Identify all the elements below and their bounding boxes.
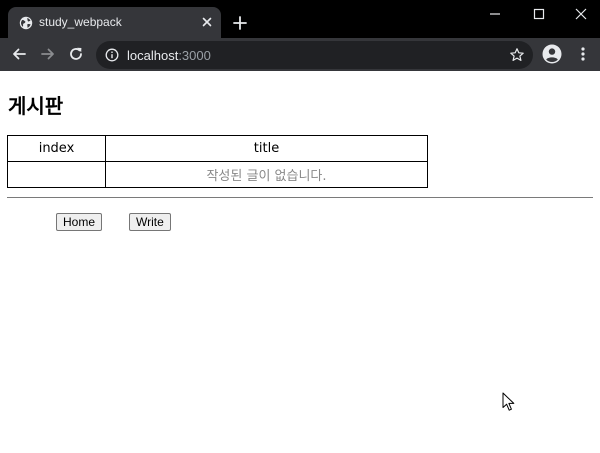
write-button[interactable]: Write [129,213,171,231]
globe-icon [19,16,33,30]
kebab-menu-icon[interactable] [575,46,591,62]
tab-title: study_webpack [39,15,122,29]
close-icon[interactable] [200,15,214,29]
star-icon[interactable] [509,47,525,63]
minimize-icon[interactable] [487,6,503,22]
mouse-cursor-icon [502,392,515,411]
url-host: localhost [127,48,179,63]
board-table: index title 작성된 글이 없습니다. [7,135,428,188]
arrow-right-icon[interactable] [40,46,56,62]
address-bar[interactable]: localhost:3000 [96,41,533,69]
table-cell-index [7,161,106,188]
arrow-left-icon[interactable] [11,46,27,62]
empty-message: 작성된 글이 없습니다. [105,161,428,188]
table-header-row: index title [7,135,428,162]
browser-toolbar: localhost:3000 [0,38,600,71]
url-port: :3000 [178,48,211,63]
page-title: 게시판 [8,94,64,118]
horizontal-rule [7,197,593,198]
reload-icon[interactable] [68,46,84,62]
title-bar: study_webpack [0,0,600,38]
home-button[interactable]: Home [56,213,103,231]
close-window-icon[interactable] [573,6,589,22]
browser-tab[interactable]: study_webpack [8,7,221,38]
plus-icon[interactable] [232,15,248,31]
maximize-icon[interactable] [531,6,547,22]
table-row: 작성된 글이 없습니다. [7,161,428,188]
browser-window: study_webpack localhost:3000 게시판 index t… [0,0,600,453]
account-icon[interactable] [542,44,562,64]
page-content: 게시판 index title 작성된 글이 없습니다. Home Write [0,71,600,453]
url-text[interactable]: localhost:3000 [127,48,211,63]
column-header-title: title [105,135,428,162]
info-icon[interactable] [105,48,119,62]
column-header-index: index [7,135,106,162]
